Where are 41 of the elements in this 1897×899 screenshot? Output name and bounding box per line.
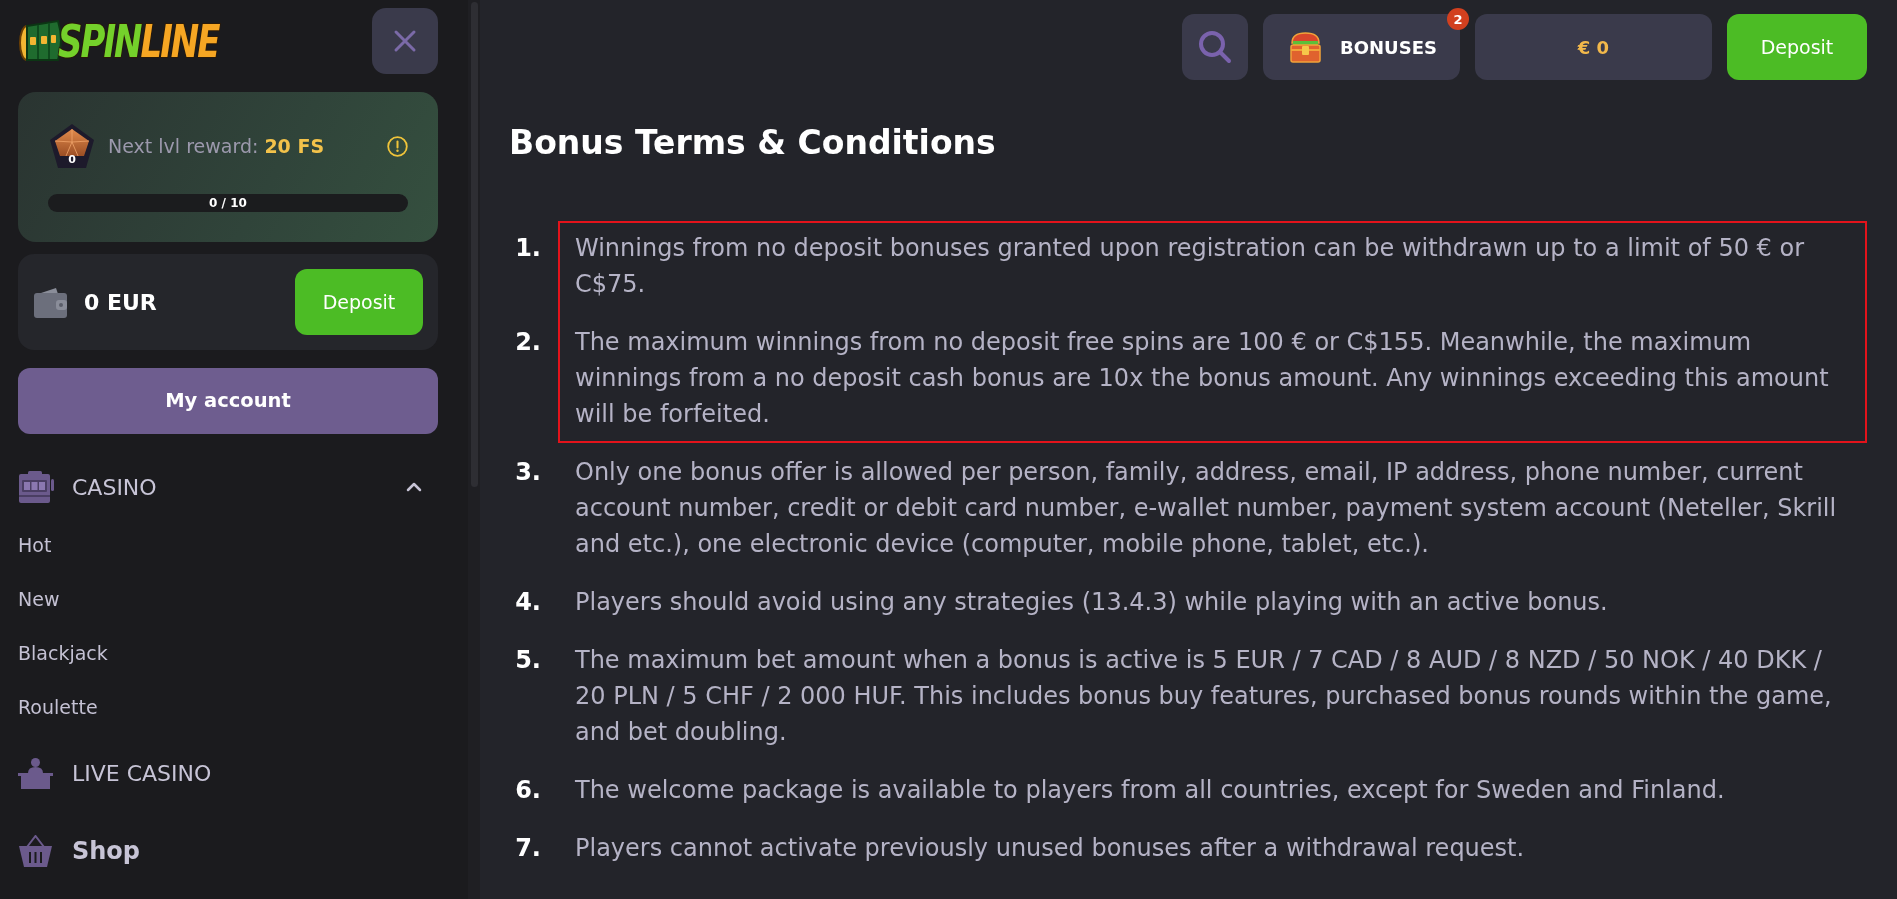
term-number: 3. <box>514 457 541 488</box>
term-text: The welcome package is available to players from all countries, except for Sweden and Finland. <box>575 775 1726 806</box>
notification-badge: 2 <box>1447 8 1469 30</box>
person-at-desk-icon <box>18 757 53 789</box>
nav-item[interactable]: LIVE CASINO <box>18 734 438 812</box>
treasure-chest-icon <box>1290 31 1321 63</box>
nav-item[interactable]: Shop <box>18 812 438 890</box>
term-text: Players cannot activate previously unused bonuses after a withdrawal request. <box>575 833 1526 864</box>
close-button[interactable] <box>372 8 438 74</box>
slot-machine-icon <box>18 471 55 503</box>
level-number: 0 <box>67 154 77 165</box>
page-title: Bonus Terms & Conditions <box>509 123 997 163</box>
term-number: 4. <box>514 587 541 618</box>
nav-item[interactable]: CASINO <box>18 448 438 526</box>
nav-subitem[interactable]: New <box>18 584 60 614</box>
nav-subitem[interactable]: Hot <box>18 530 52 560</box>
term-text: Only one bonus offer is allowed per person, family, address, email, IP address, phone number, current account number, credit or debit card number, e-wallet number, payment system account (Neteller, Skrill and etc.), one electronic device (computer, mobile phone, tablet, etc.). <box>575 457 1838 560</box>
account-button[interactable]: My account <box>18 368 438 434</box>
search-icon <box>1198 30 1232 64</box>
nav-subitem[interactable]: Blackjack <box>18 638 108 668</box>
wallet-icon <box>34 286 67 318</box>
nav-subitem[interactable]: Roulette <box>18 692 98 722</box>
term-number: 2. <box>514 327 541 358</box>
term-text: The maximum winnings from no deposit free spins are 100 € or C$155. Meanwhile, the maximum winnings from a no deposit cash bonus are 10x the bonus amount. Any winnings exceeding this amount will be forfeited. <box>575 327 1830 430</box>
term-text: The maximum bet amount when a bonus is active is 5 EUR / 7 CAD / 8 AUD / 8 NZD / 50 NOK / 40 DKK / 20 PLN / 5 CHF / 2 000 HUF. This includes bonus buy features, purchased bonus rounds within the game, and bet doubling. <box>575 645 1833 748</box>
search-button[interactable] <box>1182 14 1248 80</box>
term-number: 1. <box>514 233 541 264</box>
basket-icon <box>18 835 53 867</box>
balance-amount: 0 EUR <box>84 288 157 317</box>
term-text: Winnings from no deposit bonuses granted upon registration can be withdrawn up to a limit of 50 € or C$75. <box>575 233 1806 300</box>
info-icon[interactable] <box>387 135 408 157</box>
close-icon <box>393 29 417 53</box>
progress-reading: 0 / 10 <box>209 197 247 209</box>
balance-button[interactable]: € 0 <box>1475 14 1712 80</box>
reward-text: Next lvl reward: 20 FS <box>108 133 325 159</box>
logo-text: SPINLINE <box>58 18 219 64</box>
term-number: 7. <box>514 833 541 864</box>
level-badge-icon <box>48 122 96 170</box>
term-text: Players should avoid using any strategies (13.4.3) while playing with an active bonus. <box>575 587 1609 618</box>
term-number: 5. <box>514 645 541 676</box>
term-number: 6. <box>514 775 541 806</box>
